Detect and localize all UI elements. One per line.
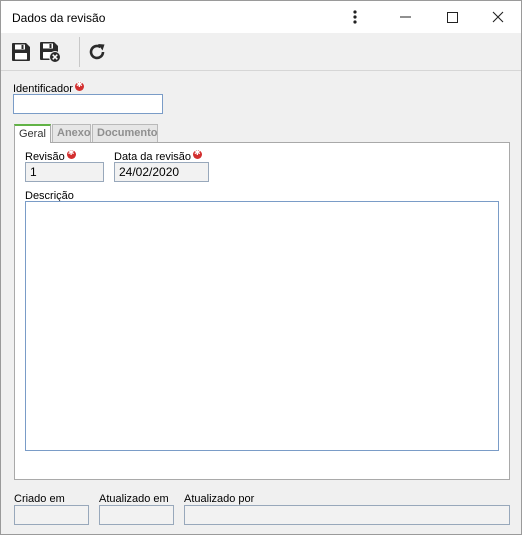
maximize-icon[interactable] (429, 1, 475, 33)
toolbar (1, 33, 521, 71)
minimize-icon[interactable] (383, 1, 429, 33)
tab-anexo[interactable]: Anexo (52, 124, 91, 142)
toolbar-separator (79, 37, 80, 67)
revision-field (25, 162, 104, 182)
refresh-icon[interactable] (84, 39, 110, 65)
identifier-input[interactable] (13, 94, 163, 114)
created-field (14, 505, 89, 525)
required-icon (74, 80, 84, 91)
updated-label: Atualizado em (99, 493, 169, 505)
revision-dialog: Dados da revisão Identificador✱ Geral An… (0, 0, 522, 535)
window-title: Dados da revisão (12, 11, 106, 25)
save-and-close-icon[interactable] (37, 39, 63, 65)
updated-by-label: Atualizado por (184, 493, 255, 505)
close-icon[interactable] (475, 1, 521, 33)
required-icon (193, 148, 203, 159)
save-icon[interactable] (8, 39, 34, 65)
updated-by-field (184, 505, 510, 525)
revision-date-field (114, 162, 209, 182)
tab-geral[interactable]: Geral (14, 124, 51, 143)
updated-field (99, 505, 174, 525)
more-vertical-icon[interactable] (332, 1, 378, 33)
description-textarea[interactable] (25, 201, 499, 451)
tab-documento[interactable]: Documento (92, 124, 158, 142)
created-label: Criado em (14, 493, 65, 505)
title-bar: Dados da revisão (1, 1, 521, 33)
required-icon (66, 148, 76, 159)
